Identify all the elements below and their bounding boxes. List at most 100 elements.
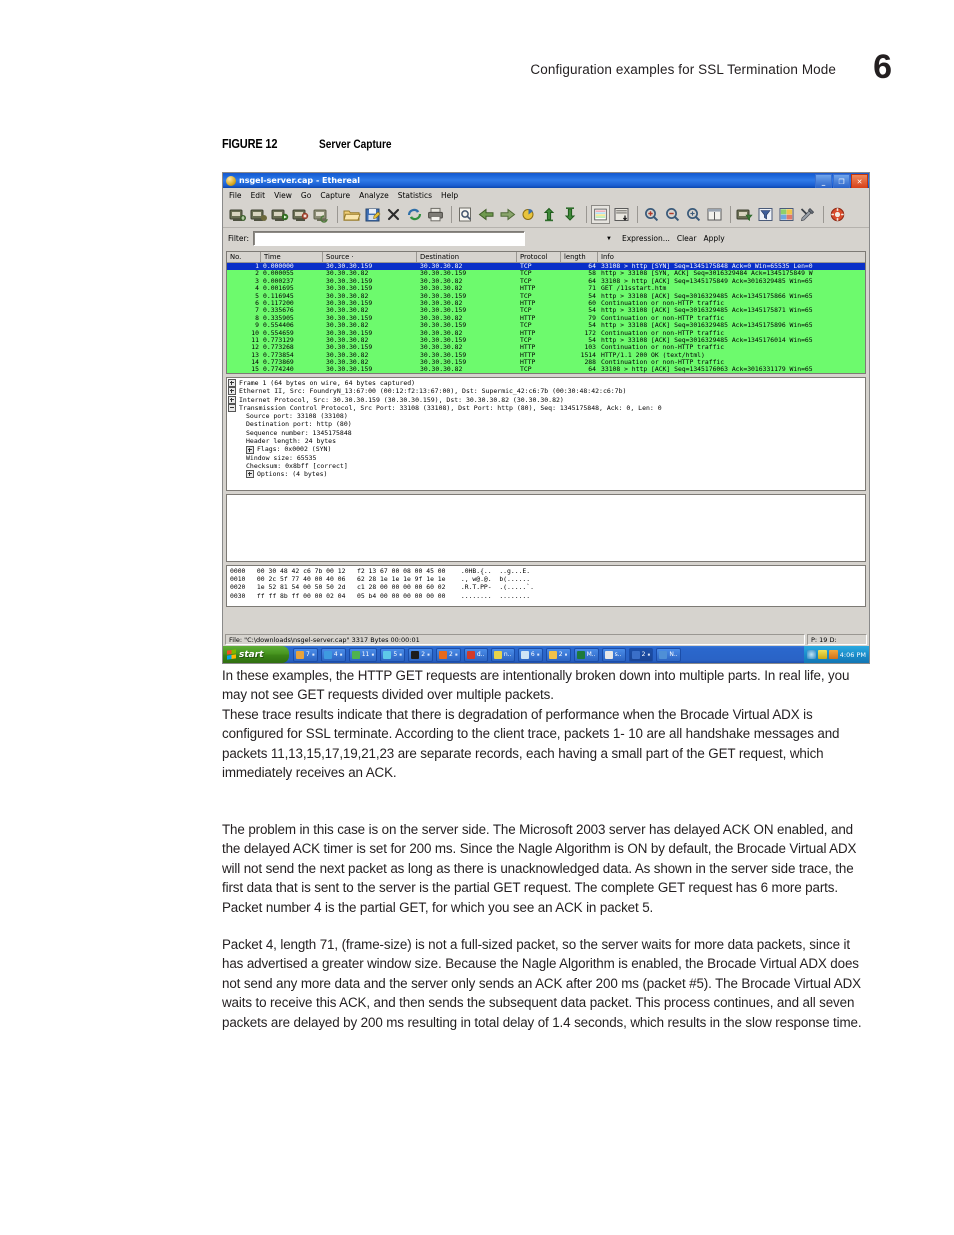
apply-filter-button[interactable]: Apply [703, 234, 724, 243]
taskbar-group-arrow-icon[interactable]: ▪ [371, 652, 374, 658]
packet-row[interactable]: 8 0.335905 30.30.30.159 30.30.30.82 HTTP 79 Co… [227, 314, 865, 323]
ethereal-tray-icon[interactable] [817, 650, 827, 659]
taskbar-button[interactable]: s.. [601, 647, 626, 662]
column-header-source[interactable]: Source · [323, 252, 417, 262]
save-file-icon[interactable] [363, 205, 382, 224]
print-icon[interactable] [426, 205, 445, 224]
go-back-icon[interactable] [477, 205, 496, 224]
taskbar-group-arrow-icon[interactable]: ▪ [565, 652, 568, 658]
taskbar-group-arrow-icon[interactable]: ▪ [427, 652, 430, 658]
find-packet-icon[interactable] [456, 205, 475, 224]
column-header-destination[interactable]: Destination [417, 252, 517, 262]
zoom-out-icon[interactable] [663, 205, 682, 224]
detail-line[interactable]: Frame 1 (64 bytes on wire, 64 bytes capt… [228, 379, 865, 388]
packet-row[interactable]: 1 0.000000 30.30.30.159 30.30.30.82 TCP 64 331… [227, 263, 865, 271]
taskbar-group-arrow-icon[interactable]: ▪ [312, 652, 315, 658]
capture-options-icon[interactable] [249, 205, 268, 224]
taskbar-button[interactable]: 6 ▪ [517, 647, 543, 662]
detail-line[interactable]: Checksum: 0x8bff [correct] [228, 462, 865, 470]
expand-icon[interactable] [228, 379, 236, 388]
detail-line[interactable]: Window size: 65535 [228, 454, 865, 462]
zoom-in-icon[interactable] [642, 205, 661, 224]
taskbar-button[interactable]: 2 ▪ [408, 647, 434, 662]
packet-row[interactable]: 14 0.773869 30.30.30.82 30.30.30.159 HTTP 288… [227, 359, 865, 367]
taskbar-button[interactable]: 2 ▪ [545, 647, 571, 662]
help-icon[interactable] [828, 205, 847, 224]
detail-line[interactable]: Flags: 0x0002 (SYN) [228, 445, 865, 454]
expand-icon[interactable] [246, 470, 254, 479]
go-first-packet-icon[interactable] [540, 205, 559, 224]
menu-analyze[interactable]: Analyze [359, 191, 389, 200]
taskbar-group-arrow-icon[interactable]: ▪ [455, 652, 458, 658]
packet-row[interactable]: 11 0.773129 30.30.30.82 30.30.30.159 TCP 54 ht… [227, 336, 865, 345]
close-file-icon[interactable] [384, 205, 403, 224]
minimize-button[interactable]: _ [815, 174, 832, 189]
antivirus-icon[interactable] [828, 650, 838, 659]
detail-line[interactable]: Ethernet II, Src: FoundryN_13:67:00 (00:… [228, 387, 865, 396]
taskbar-group-arrow-icon[interactable]: ▪ [399, 652, 402, 658]
packet-row[interactable]: 2 0.000055 30.30.30.82 30.30.30.159 TCP 58 htt… [227, 270, 865, 278]
packet-bytes-pane[interactable]: 0000 00 30 48 42 c6 7b 00 12 f2 13 67 00… [226, 565, 866, 607]
filter-input[interactable] [252, 231, 525, 246]
detail-line[interactable]: Destination port: http (80) [228, 420, 865, 428]
clock[interactable]: 4:06 PM [840, 651, 866, 659]
detail-line[interactable]: Internet Protocol, Src: 30.30.30.159 (30… [228, 396, 865, 404]
reload-icon[interactable] [405, 205, 424, 224]
column-header-info[interactable]: Info [598, 252, 865, 262]
column-header-protocol[interactable]: Protocol [517, 252, 561, 262]
menu-edit[interactable]: Edit [251, 191, 266, 200]
open-file-icon[interactable] [342, 205, 361, 224]
taskbar-button[interactable]: 5 ▪ [380, 647, 406, 662]
taskbar-group-arrow-icon[interactable]: ▪ [647, 652, 650, 658]
stop-capture-icon[interactable] [291, 205, 310, 224]
maximize-button[interactable]: ❐ [833, 174, 850, 189]
capture-filters-icon[interactable] [735, 205, 754, 224]
packet-row[interactable]: 12 0.773268 30.30.30.159 30.30.30.82 HTTP 103… [227, 344, 865, 352]
menu-capture[interactable]: Capture [320, 191, 350, 200]
display-filters-icon[interactable] [756, 205, 775, 224]
taskbar-button[interactable]: 4 ▪ [320, 647, 346, 662]
taskbar-group-arrow-icon[interactable]: ▪ [537, 652, 540, 658]
taskbar-button[interactable]: n.. [490, 647, 515, 662]
window-titlebar[interactable]: nsgel-server.cap - Ethereal _ ❐ ✕ [223, 173, 869, 189]
preferences-icon[interactable] [798, 205, 817, 224]
taskbar-group-arrow-icon[interactable]: ▪ [340, 652, 343, 658]
packet-row[interactable]: 13 0.773854 30.30.30.82 30.30.30.159 HTTP 151… [227, 351, 865, 360]
taskbar-button[interactable]: 7 ▪ [293, 647, 318, 662]
packet-row[interactable]: 5 0.116945 30.30.30.82 30.30.30.159 TCP 54 htt… [227, 292, 865, 300]
column-header-time[interactable]: Time [261, 252, 323, 262]
go-forward-icon[interactable] [498, 205, 517, 224]
packet-row[interactable]: 4 0.001695 30.30.30.159 30.30.30.82 HTTP 71 GE… [227, 285, 865, 293]
interfaces-icon[interactable] [228, 205, 247, 224]
chevron-down-icon[interactable]: ▼ [603, 232, 615, 245]
detail-line[interactable]: Transmission Control Protocol, Src Port:… [228, 404, 865, 413]
taskbar-button[interactable]: 2 ▪ [628, 647, 654, 662]
restart-capture-icon[interactable] [312, 205, 331, 224]
taskbar-button[interactable]: M.. [573, 647, 599, 662]
coloring-rules-icon[interactable] [777, 205, 796, 224]
packet-row[interactable]: 15 0.774240 30.30.30.159 30.30.30.82 TCP 64 33… [227, 366, 865, 373]
detail-line[interactable]: Options: (4 bytes) [228, 470, 865, 479]
menu-help[interactable]: Help [441, 191, 458, 200]
zoom-normal-icon[interactable] [684, 205, 703, 224]
taskbar-button[interactable]: N.. [656, 647, 681, 662]
auto-scroll-icon[interactable] [612, 205, 631, 224]
go-last-packet-icon[interactable] [561, 205, 580, 224]
start-capture-icon[interactable] [270, 205, 289, 224]
menu-go[interactable]: Go [301, 191, 311, 200]
packet-row[interactable]: 9 0.554406 30.30.30.82 30.30.30.159 TCP 54 htt… [227, 322, 865, 330]
clear-filter-button[interactable]: Clear [677, 234, 697, 243]
start-button[interactable]: start [223, 646, 289, 663]
column-header-no[interactable]: No. [227, 252, 261, 262]
taskbar-button[interactable]: 2 ▪ [436, 647, 461, 662]
taskbar-button[interactable]: 11 ▪ [348, 647, 378, 662]
packet-row[interactable]: 3 0.000237 30.30.30.159 30.30.30.82 TCP 64 331… [227, 277, 865, 286]
packet-row[interactable]: 10 0.554659 30.30.30.159 30.30.30.82 HTTP 172… [227, 329, 865, 337]
colorize-icon[interactable] [591, 205, 610, 224]
expand-icon[interactable] [228, 395, 236, 404]
menu-file[interactable]: File [229, 191, 242, 200]
expand-icon[interactable] [246, 445, 254, 454]
detail-line[interactable]: Sequence number: 1345175848 [228, 429, 865, 437]
go-to-packet-icon[interactable] [519, 205, 538, 224]
detail-line[interactable]: Source port: 33108 (33108) [228, 412, 865, 420]
